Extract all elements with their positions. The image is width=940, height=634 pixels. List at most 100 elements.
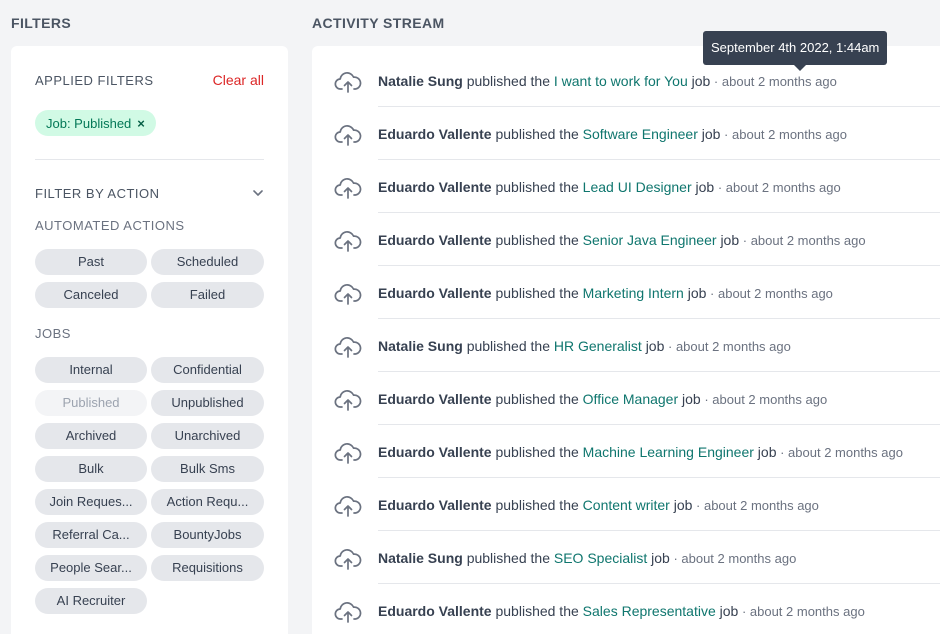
automated-action-chip[interactable]: Canceled: [35, 282, 147, 308]
dot-separator: ·: [664, 339, 676, 354]
activity-item: Natalie Sung published the SEO Specialis…: [312, 531, 940, 584]
job-link[interactable]: SEO Specialist: [554, 550, 647, 566]
clear-all-button[interactable]: Clear all: [213, 72, 264, 88]
activity-suffix: job: [651, 550, 670, 566]
activity-verb: published the: [495, 126, 579, 142]
actor-name: Eduardo Vallente: [378, 285, 492, 301]
job-link[interactable]: Machine Learning Engineer: [583, 444, 754, 460]
filters-heading: FILTERS: [11, 15, 72, 31]
activity-suffix: job: [719, 603, 739, 619]
job-filter-chip[interactable]: Action Requ...: [151, 489, 264, 515]
actor-name: Eduardo Vallente: [378, 391, 492, 407]
timestamp-tooltip: September 4th 2022, 1:44am: [703, 31, 888, 71]
job-filter-chip[interactable]: Bulk: [35, 456, 147, 482]
activity-timestamp[interactable]: about 2 months ago: [726, 180, 841, 195]
cloud-upload-icon: [334, 441, 362, 465]
dot-separator: ·: [776, 445, 789, 460]
job-link[interactable]: Content writer: [583, 497, 670, 513]
job-link[interactable]: Sales Representative: [583, 603, 716, 619]
applied-filter-chip: Job: Published ×: [35, 110, 156, 136]
activity-timestamp[interactable]: about 2 months ago: [722, 74, 837, 89]
applied-filter-chip-label: Job: Published: [46, 115, 132, 131]
activity-text: Natalie Sung published the HR Generalist…: [378, 338, 791, 354]
job-link[interactable]: Office Manager: [583, 391, 678, 407]
activity-timestamp[interactable]: about 2 months ago: [704, 498, 819, 513]
activity-suffix: job: [691, 73, 711, 89]
applied-filters-header: APPLIED FILTERS Clear all: [35, 71, 264, 89]
activity-verb: published the: [495, 179, 579, 195]
filter-panel: APPLIED FILTERS Clear all Job: Published…: [11, 46, 288, 634]
job-filter-chip[interactable]: Referral Ca...: [35, 522, 147, 548]
jobs-label: JOBS: [35, 326, 71, 341]
activity-stream-heading: ACTIVITY STREAM: [312, 15, 445, 31]
chevron-down-icon[interactable]: [252, 187, 264, 199]
activity-verb: published the: [495, 391, 579, 407]
jobs-chips: Internal Confidential Published Unpublished…: [35, 357, 264, 614]
job-link[interactable]: Lead UI Designer: [583, 179, 692, 195]
activity-timestamp[interactable]: about 2 months ago: [718, 286, 833, 301]
job-link[interactable]: I want to work for You: [554, 73, 688, 89]
activity-suffix: job: [695, 179, 715, 195]
job-filter-chip[interactable]: People Sear...: [35, 555, 147, 581]
job-link[interactable]: Marketing Intern: [583, 285, 684, 301]
activity-suffix: job: [701, 126, 721, 142]
applied-filters-label: APPLIED FILTERS: [35, 72, 154, 88]
activity-text: Natalie Sung published the I want to wor…: [378, 73, 837, 89]
job-filter-chip[interactable]: Archived: [35, 423, 147, 449]
actor-name: Eduardo Vallente: [378, 497, 492, 513]
job-filter-chip[interactable]: Join Reques...: [35, 489, 147, 515]
dot-separator: ·: [692, 498, 704, 513]
actor-name: Natalie Sung: [378, 550, 463, 566]
activity-suffix: job: [757, 444, 777, 460]
job-filter-chip[interactable]: Confidential: [151, 357, 264, 383]
filter-by-action-toggle[interactable]: FILTER BY ACTION: [35, 184, 264, 202]
activity-timestamp[interactable]: about 2 months ago: [788, 445, 903, 460]
cloud-upload-icon: [334, 494, 362, 518]
job-filter-chip[interactable]: Internal: [35, 357, 147, 383]
automated-action-chip[interactable]: Failed: [151, 282, 264, 308]
job-filter-chip[interactable]: Unarchived: [151, 423, 264, 449]
activity-verb: published the: [495, 497, 579, 513]
cloud-upload-icon: [334, 123, 362, 147]
activity-item: Eduardo Vallente published the Software …: [312, 107, 940, 160]
cloud-upload-icon: [334, 600, 362, 624]
job-link[interactable]: Software Engineer: [583, 126, 698, 142]
job-filter-chip[interactable]: AI Recruiter: [35, 588, 147, 614]
activity-verb: published the: [466, 73, 550, 89]
job-filter-chip[interactable]: Unpublished: [151, 390, 264, 416]
job-filter-chip[interactable]: Requisitions: [151, 555, 264, 581]
dot-separator: ·: [714, 180, 726, 195]
activity-item: Natalie Sung published the HR Generalist…: [312, 319, 940, 372]
job-filter-chip[interactable]: BountyJobs: [151, 522, 264, 548]
cloud-upload-icon: [334, 335, 362, 359]
cloud-upload-icon: [334, 282, 362, 306]
automated-action-chip[interactable]: Scheduled: [151, 249, 264, 275]
activity-timestamp[interactable]: about 2 months ago: [751, 233, 866, 248]
activity-timestamp[interactable]: about 2 months ago: [676, 339, 791, 354]
activity-text: Eduardo Vallente published the Marketing…: [378, 285, 833, 301]
cloud-upload-icon: [334, 176, 362, 200]
activity-timestamp[interactable]: about 2 months ago: [681, 551, 796, 566]
activity-item: Eduardo Vallente published the Lead UI D…: [312, 160, 940, 213]
job-filter-chip[interactable]: Bulk Sms: [151, 456, 264, 482]
activity-verb: published the: [495, 603, 579, 619]
dot-separator: ·: [738, 604, 750, 619]
activity-item: Eduardo Vallente published the Marketing…: [312, 266, 940, 319]
automated-actions-chips: Past Scheduled Canceled Failed: [35, 249, 264, 308]
activity-timestamp[interactable]: about 2 months ago: [732, 127, 847, 142]
activity-timestamp[interactable]: about 2 months ago: [750, 604, 865, 619]
automated-action-chip[interactable]: Past: [35, 249, 147, 275]
job-link[interactable]: HR Generalist: [554, 338, 642, 354]
activity-text: Eduardo Vallente published the Lead UI D…: [378, 179, 841, 195]
actor-name: Natalie Sung: [378, 338, 463, 354]
job-link[interactable]: Senior Java Engineer: [583, 232, 717, 248]
close-icon[interactable]: ×: [137, 116, 145, 131]
activity-text: Eduardo Vallente published the Machine L…: [378, 444, 903, 460]
activity-timestamp[interactable]: about 2 months ago: [712, 392, 827, 407]
activity-item: Eduardo Vallente published the Office Ma…: [312, 372, 940, 425]
actor-name: Eduardo Vallente: [378, 603, 492, 619]
activity-suffix: job: [682, 391, 701, 407]
activity-suffix: job: [673, 497, 693, 513]
activity-verb: published the: [495, 232, 579, 248]
divider: [35, 159, 264, 160]
